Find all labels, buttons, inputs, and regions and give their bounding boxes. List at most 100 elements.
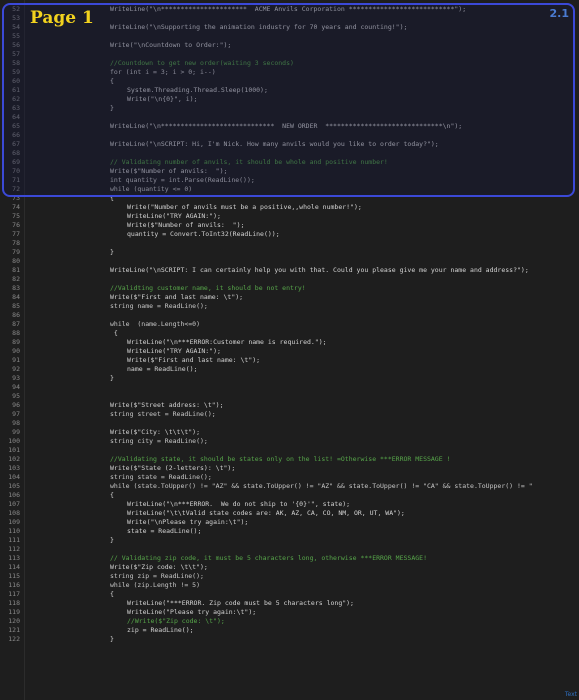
code-line[interactable]: 84 Write($"First and last name: \t"); [0, 293, 579, 302]
code-line[interactable]: 91 Write($"First and last name: \t"); [0, 356, 579, 365]
code-line[interactable]: 79} [0, 248, 579, 257]
code-line[interactable]: 75 WriteLine("TRY AGAIN:"); [0, 212, 579, 221]
line-number: 85 [12, 302, 20, 310]
code-text: state = ReadLine(); [127, 527, 202, 535]
line-number: 118 [8, 599, 20, 607]
code-line[interactable]: 78 [0, 239, 579, 248]
code-line[interactable]: 120 //Write($"Zip code: \t"); [0, 617, 579, 626]
line-number: 89 [12, 338, 20, 346]
code-text: while (state.ToUpper() != "AZ" && state.… [110, 482, 533, 490]
code-line[interactable]: 103 Write($"State (2-letters): \t"); [0, 464, 579, 473]
code-line[interactable]: 93} [0, 374, 579, 383]
code-text: WriteLine("TRY AGAIN:"); [127, 212, 221, 220]
version-label: 2.1 [549, 7, 570, 20]
code-line[interactable]: 95 [0, 392, 579, 401]
line-number: 84 [12, 293, 20, 301]
code-text: quantity = Convert.ToInt32(ReadLine()); [127, 230, 280, 238]
code-line[interactable]: 119 WriteLine("Please try again:\t"); [0, 608, 579, 617]
code-line[interactable]: 122} [0, 635, 579, 644]
code-line[interactable]: 92 name = ReadLine(); [0, 365, 579, 374]
code-text: Write($"First and last name: \t"); [110, 293, 244, 301]
code-line[interactable]: 112 [0, 545, 579, 554]
code-line[interactable]: 100 string city = ReadLine(); [0, 437, 579, 446]
code-line[interactable]: 86 [0, 311, 579, 320]
line-number: 75 [12, 212, 20, 220]
line-number: 103 [8, 464, 20, 472]
code-line[interactable]: 114 Write($"Zip code: \t\t"); [0, 563, 579, 572]
code-line[interactable]: 109 Write("\nPlease try again:\t"); [0, 518, 579, 527]
line-number: 112 [8, 545, 20, 553]
code-text: } [110, 536, 114, 544]
code-line[interactable]: 107 WriteLine("\n***ERROR. We do not ship… [0, 500, 579, 509]
line-number: 119 [8, 608, 20, 616]
code-line[interactable]: 90 WriteLine("TRY AGAIN:"); [0, 347, 579, 356]
code-line[interactable]: 105 while (state.ToUpper() != "AZ" && sta… [0, 482, 579, 491]
code-text: } [110, 248, 114, 256]
code-line[interactable]: 89 WriteLine("\n***ERROR:Customer name is… [0, 338, 579, 347]
code-text: WriteLine("\n***ERROR:Customer name is r… [127, 338, 327, 346]
line-number: 79 [12, 248, 20, 256]
code-line[interactable]: 80 [0, 257, 579, 266]
code-line[interactable]: 83 //Validting customer name, it should b… [0, 284, 579, 293]
code-line[interactable]: 108 WriteLine("\t\tValid state codes are:… [0, 509, 579, 518]
code-line[interactable]: 117 { [0, 590, 579, 599]
code-line[interactable]: 106 { [0, 491, 579, 500]
line-number: 108 [8, 509, 20, 517]
code-text: WriteLine("***ERROR. Zip code must be 5 … [127, 599, 354, 607]
code-text: WriteLine("Please try again:\t"); [127, 608, 257, 616]
code-text: string city = ReadLine(); [110, 437, 208, 445]
line-number: 95 [12, 392, 20, 400]
code-text: } [110, 374, 114, 382]
code-text: string zip = ReadLine(); [110, 572, 204, 580]
code-text: Write($"Street address: \t"); [110, 401, 224, 409]
code-text: while (name.Length<=0) [110, 320, 201, 328]
line-number: 105 [8, 482, 20, 490]
code-line[interactable]: 98 [0, 419, 579, 428]
code-text: Write($"Number of anvils: "); [127, 221, 245, 229]
line-number: 116 [8, 581, 20, 589]
code-line[interactable]: 74 Write("Number of anvils must be a posi… [0, 203, 579, 212]
line-number: 74 [12, 203, 20, 211]
code-line[interactable]: 81 WriteLine("\nSCRIPT: I can certainly h… [0, 266, 579, 275]
line-number: 93 [12, 374, 20, 382]
line-number: 115 [8, 572, 20, 580]
code-line[interactable]: 88 { [0, 329, 579, 338]
code-line[interactable]: 110 state = ReadLine(); [0, 527, 579, 536]
code-line[interactable]: 82 [0, 275, 579, 284]
code-line[interactable]: 118 WriteLine("***ERROR. Zip code must be… [0, 599, 579, 608]
code-line[interactable]: 121 zip = ReadLine(); [0, 626, 579, 635]
code-line[interactable]: 96 Write($"Street address: \t"); [0, 401, 579, 410]
code-line[interactable]: 115 string zip = ReadLine(); [0, 572, 579, 581]
line-number: 88 [12, 329, 20, 337]
code-line[interactable]: 87 while (name.Length<=0) [0, 320, 579, 329]
code-text: string street = ReadLine(); [110, 410, 216, 418]
page-highlight-box [2, 3, 575, 197]
line-number: 83 [12, 284, 20, 292]
code-line[interactable]: 77 quantity = Convert.ToInt32(ReadLine())… [0, 230, 579, 239]
code-text: zip = ReadLine(); [127, 626, 194, 634]
code-text: //Write($"Zip code: \t"); [127, 617, 225, 625]
code-line[interactable]: 116 while (zip.Length != 5) [0, 581, 579, 590]
code-line[interactable]: 113 // Validating zip code, it must be 5 … [0, 554, 579, 563]
code-text: { [110, 590, 114, 598]
line-number: 101 [8, 446, 20, 454]
code-line[interactable]: 76 Write($"Number of anvils: "); [0, 221, 579, 230]
code-line[interactable]: 99 Write($"City: \t\t\t"); [0, 428, 579, 437]
code-text: // Validating zip code, it must be 5 cha… [110, 554, 427, 562]
line-number: 122 [8, 635, 20, 643]
code-text: Write($"Zip code: \t\t"); [110, 563, 208, 571]
code-line[interactable]: 101 [0, 446, 579, 455]
code-line[interactable]: 97 string street = ReadLine(); [0, 410, 579, 419]
code-line[interactable]: 94 [0, 383, 579, 392]
line-number: 81 [12, 266, 20, 274]
code-editor[interactable]: 52 WriteLine("\n********************** AC… [0, 0, 579, 700]
line-number: 106 [8, 491, 20, 499]
code-line[interactable]: 85 string name = ReadLine(); [0, 302, 579, 311]
line-number: 114 [8, 563, 20, 571]
code-text: WriteLine("TRY AGAIN:"); [127, 347, 221, 355]
line-number: 104 [8, 473, 20, 481]
code-line[interactable]: 111} [0, 536, 579, 545]
code-line[interactable]: 104 string state = ReadLine(); [0, 473, 579, 482]
code-text: Write($"State (2-letters): \t"); [110, 464, 236, 472]
code-line[interactable]: 102 //Validating state, it should be stat… [0, 455, 579, 464]
